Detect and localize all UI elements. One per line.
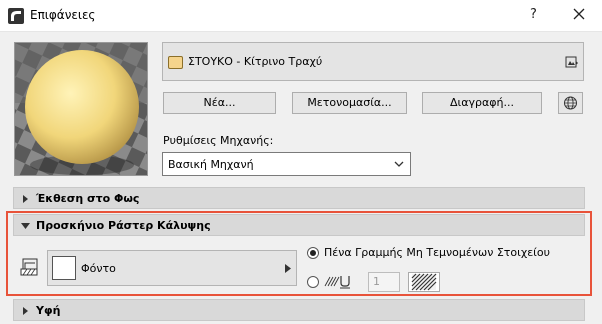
triangle-right-icon	[23, 307, 28, 315]
pen-hatch-icon	[324, 276, 350, 289]
delete-button[interactable]: Διαγραφή...	[422, 92, 542, 114]
fill-raster-icon	[20, 258, 38, 276]
window-title: Επιφάνειες	[30, 8, 96, 22]
section-raster-header[interactable]: Προσκήνιο Ράστερ Κάλυψης	[13, 214, 585, 236]
app-logo-icon	[8, 8, 24, 24]
triangle-down-icon	[21, 223, 30, 229]
pen-option-label: Πένα Γραμμής Μη Τεμνομένων Στοιχείου	[324, 246, 550, 259]
surface-name: ΣΤΟΥΚΟ - Κίτρινο Τραχύ	[188, 55, 323, 68]
section-texture-header[interactable]: Υφή	[13, 299, 585, 321]
globe-icon	[564, 96, 577, 110]
globe-button[interactable]	[558, 92, 583, 114]
surface-picker-icon[interactable]	[565, 55, 579, 69]
section-exposure-title: Έκθεση στο Φως	[36, 192, 140, 205]
title-bar: Επιφάνειες ?	[0, 0, 602, 32]
fill-swatch	[52, 256, 76, 280]
new-button[interactable]: Νέα...	[163, 92, 276, 114]
preview-sphere-image	[15, 43, 147, 175]
help-button[interactable]: ?	[530, 7, 537, 22]
fill-name: Φόντο	[81, 262, 116, 275]
engine-settings-label: Ρυθμίσεις Μηχανής:	[163, 134, 274, 147]
material-preview	[14, 42, 148, 176]
hatch-pattern-icon	[411, 273, 437, 291]
close-icon[interactable]	[570, 5, 588, 23]
section-exposure-header[interactable]: Έκθεση στο Φως	[13, 187, 585, 209]
section-raster-title: Προσκήνιο Ράστερ Κάλυψης	[36, 219, 211, 232]
fill-selector[interactable]: Φόντο	[47, 250, 297, 286]
engine-value: Βασική Μηχανή	[168, 158, 254, 171]
surface-selector[interactable]: ΣΤΟΥΚΟ - Κίτρινο Τραχύ	[162, 42, 584, 81]
pen-option-radio[interactable]	[307, 247, 319, 259]
rename-button[interactable]: Μετονομασία...	[292, 92, 407, 114]
triangle-right-icon	[23, 195, 28, 203]
chevron-down-icon	[394, 161, 404, 167]
pen-pattern-button[interactable]	[408, 272, 440, 292]
pen-number-field[interactable]: 1	[368, 272, 400, 292]
engine-dropdown[interactable]: Βασική Μηχανή	[162, 152, 411, 176]
chevron-right-icon	[285, 264, 291, 273]
section-texture-title: Υφή	[36, 304, 61, 317]
custom-pen-radio[interactable]	[307, 276, 319, 288]
surface-color-swatch	[168, 56, 183, 69]
